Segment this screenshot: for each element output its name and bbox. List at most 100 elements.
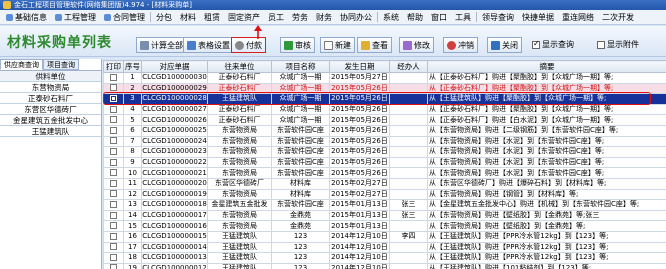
- table-row[interactable]: 16 CLCGD100000015 王猛建筑队 123 2014年12月10日 李四 从【王…: [103, 230, 666, 243]
- print-checkbox[interactable]: [110, 264, 117, 269]
- page-title: 材料采购单列表: [7, 35, 112, 51]
- column-header-unit[interactable]: 往来单位: [207, 60, 272, 73]
- menu-item[interactable]: 协同办公: [336, 11, 376, 24]
- column-header-print[interactable]: 打印: [103, 60, 124, 73]
- cell-date: 2014年12月10日: [329, 262, 390, 269]
- sidebar-tabs: 供应商查询 项目查询: [0, 59, 101, 70]
- menu-item[interactable]: 租赁: [200, 11, 224, 24]
- menu-item[interactable]: 基础信息: [2, 11, 51, 24]
- tab-project-query[interactable]: 项目查询: [43, 59, 79, 70]
- cell-agent: [389, 114, 428, 126]
- print-checkbox[interactable]: [110, 84, 117, 92]
- table-settings-button[interactable]: 表格设置: [183, 37, 234, 53]
- print-cell: [103, 135, 124, 148]
- table-row[interactable]: 10 CLCGD100000021 东营物资局 东营软件园C座 2015年05月26日 从…: [103, 167, 666, 179]
- print-checkbox[interactable]: [110, 73, 117, 81]
- new-button[interactable]: 新建: [320, 37, 355, 53]
- print-checkbox[interactable]: [110, 243, 117, 251]
- column-header-summary[interactable]: 摘要: [427, 60, 666, 73]
- column-header-date[interactable]: 发生日期: [329, 60, 390, 73]
- cell-project: 众城广场一期: [271, 103, 330, 116]
- tab-supplier-query[interactable]: 供应商查询: [0, 59, 43, 70]
- menu-item[interactable]: 工具: [451, 11, 475, 24]
- menu-item[interactable]: 分包: [152, 11, 176, 24]
- table-row[interactable]: 8 CLCGD100000023 东营物资局 东营软件园C座 2015年05月26日 从【…: [103, 146, 666, 158]
- print-checkbox[interactable]: [110, 137, 117, 145]
- menu-icon: [104, 13, 111, 21]
- menu-item[interactable]: 系统: [379, 11, 403, 24]
- column-header-agent[interactable]: 经办人: [389, 60, 428, 73]
- table-row[interactable]: 18 CLCGD100000013 王猛建筑队 123 2014年12月10日 从【王猛建…: [103, 252, 666, 264]
- menu-item[interactable]: 领导查询: [478, 11, 518, 24]
- table-row[interactable]: 17 CLCGD100000014 王猛建筑队 123 2014年12月10日 从【王猛建…: [103, 241, 666, 254]
- cell-project: 123: [271, 262, 330, 269]
- table-row[interactable]: 11 CLCGD100000020 东营区华德砖厂 材料库 2015年02月27日 从【东…: [103, 177, 666, 190]
- print-cell: [103, 124, 124, 137]
- print-checkbox[interactable]: [110, 232, 117, 240]
- menu-item[interactable]: 财务: [312, 11, 336, 24]
- table-row[interactable]: 7 CLCGD100000024 东营物资局 东营软件园C座 2015年05月26日 从【…: [103, 135, 666, 148]
- pay-button[interactable]: 付款: [231, 37, 266, 53]
- print-checkbox[interactable]: [110, 211, 117, 219]
- table-row[interactable]: 14 CLCGD100000017 东营物资局 金鼎苑 2015年01月13日 张三 从【东…: [103, 209, 666, 222]
- menu-item[interactable]: 员工: [264, 11, 288, 24]
- edit-button[interactable]: 修改: [399, 37, 434, 53]
- cell-summary: 从【东营物资局】购进【壁纸胶】到【金鼎苑】等;: [427, 220, 666, 232]
- menu-item[interactable]: 合同管理: [100, 11, 149, 24]
- menu-item[interactable]: 窗口: [427, 11, 451, 24]
- menu-item[interactable]: 帮助: [403, 11, 427, 24]
- table-row[interactable]: 4 CLCGD100000027 正泰砂石料厂 众城广场一期 2015年05月26日 从【…: [103, 103, 666, 116]
- table-row[interactable]: 15 CLCGD100000016 东营物资局 金鼎苑 2015年01月13日 从【东营物…: [103, 220, 666, 232]
- close-button[interactable]: 关闭: [487, 37, 522, 53]
- reverse-button[interactable]: 冲销: [443, 37, 478, 53]
- supplier-item[interactable]: 正泰砂石料厂: [0, 93, 101, 104]
- table-row[interactable]: 6 CLCGD100000025 东营物资局 东营软件园C座 2015年05月26日 从【…: [103, 124, 666, 137]
- cell-seq: 12: [123, 188, 142, 201]
- menu-item[interactable]: 劳务: [288, 11, 312, 24]
- print-checkbox[interactable]: [110, 116, 117, 124]
- column-header-seq[interactable]: 序号: [123, 60, 142, 73]
- menu-item[interactable]: 固定资产: [224, 11, 264, 24]
- cell-unit: 东营物资局: [207, 124, 272, 137]
- menu-item[interactable]: 二次开发: [598, 11, 638, 24]
- cell-project: 123: [271, 241, 330, 254]
- approve-button[interactable]: 审核: [280, 37, 315, 53]
- table-row[interactable]: 13 CLCGD100000018 金星建筑五金批发 东营软件园C座 2015年01月1…: [103, 199, 666, 211]
- column-header-doc[interactable]: 对应单据: [141, 60, 208, 73]
- print-checkbox[interactable]: [110, 179, 117, 187]
- print-checkbox[interactable]: [110, 253, 117, 261]
- supplier-item[interactable]: 王猛建筑队: [0, 126, 101, 137]
- print-checkbox[interactable]: [110, 126, 117, 134]
- supplier-item[interactable]: 金星建筑五金批发中心: [0, 115, 101, 126]
- table-row[interactable]: 2 CLCGD100000029 正泰砂石料厂 众城广场一期 2015年05月26日 从【…: [103, 82, 666, 95]
- print-checkbox[interactable]: [110, 190, 117, 198]
- print-checkbox[interactable]: [110, 158, 117, 166]
- menu-item[interactable]: 材料: [176, 11, 200, 24]
- cell-seq: 9: [123, 156, 142, 169]
- print-cell: [103, 220, 124, 232]
- calculate-all-button[interactable]: 计算全部: [136, 37, 187, 53]
- table-row[interactable]: 12 CLCGD100000019 东营物资局 材料库 2015年02月27日 从【东营物…: [103, 188, 666, 201]
- view-button[interactable]: 查看: [357, 37, 392, 53]
- menu-item[interactable]: 工程管理: [51, 11, 100, 24]
- table-row[interactable]: 9 CLCGD100000022 东营物资局 东营软件园C座 2015年05月26日 从【…: [103, 156, 666, 169]
- table-row[interactable]: 5 CLCGD100000026 正泰砂石料厂 众城广场一期 2015年05月26日 从【…: [103, 114, 666, 126]
- print-checkbox[interactable]: [110, 222, 117, 230]
- print-checkbox[interactable]: [110, 147, 117, 155]
- table-row[interactable]: 3 CLCGD100000028 王猛建筑队 众城广场一期 2015年05月26日 从【王…: [103, 93, 666, 105]
- table-row[interactable]: 1 CLCGD100000030 正泰砂石料厂 众城广场一期 2015年05月27日 从【…: [103, 72, 666, 84]
- menu-item[interactable]: 快捷单据: [518, 11, 558, 24]
- column-header-project[interactable]: 项目名称: [271, 60, 330, 73]
- supplier-item[interactable]: 东营区华德砖厂: [0, 104, 101, 115]
- menu-item[interactable]: 重连网络: [558, 11, 598, 24]
- cell-unit: 正泰砂石料厂: [207, 82, 272, 95]
- print-checkbox[interactable]: [110, 169, 117, 177]
- print-checkbox[interactable]: [110, 200, 117, 208]
- print-checkbox[interactable]: [110, 105, 117, 113]
- table-row[interactable]: 19 CLCGD100000012 王猛建筑队 123 2014年12月10日 从【王猛建…: [103, 262, 666, 269]
- show-query-checkbox[interactable]: 显示查询: [532, 39, 574, 50]
- show-attachment-checkbox[interactable]: 显示附件: [597, 39, 639, 50]
- print-checkbox[interactable]: [110, 94, 117, 102]
- window-titlebar: 金石工程项目管理软件(网络集团版)4.974 - [材料采购单]: [0, 0, 666, 10]
- supplier-item[interactable]: 东营物资局: [0, 82, 101, 93]
